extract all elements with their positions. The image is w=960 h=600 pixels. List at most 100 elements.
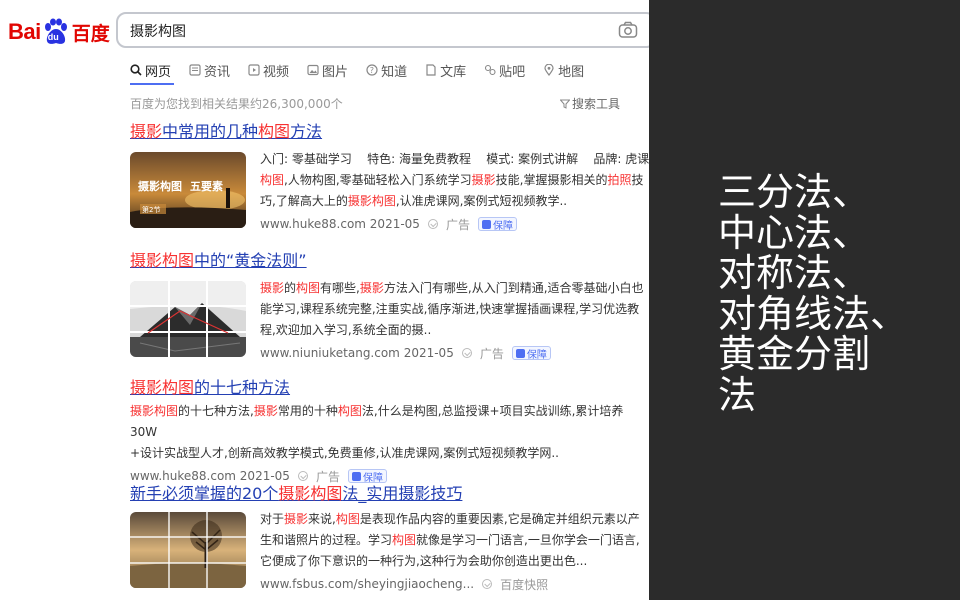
method-line: 对角线法、 <box>718 291 909 336</box>
snippet-line: 摄影构图的十七种方法,摄影常用的十种构图法,什么是构图,总监授课+项目实战训练,… <box>130 404 624 439</box>
result-title-link[interactable]: 摄影构图的十七种方法 <box>130 378 645 398</box>
logo-text-du: du <box>47 32 59 42</box>
guarantee-badge[interactable]: 保障 <box>477 217 517 232</box>
badge-label: 保障 <box>526 349 547 361</box>
search-result: 摄影构图中的“黄金法则” <box>130 251 307 271</box>
thumbnail-tag: 第2节 <box>142 206 161 214</box>
filter-icon <box>560 99 570 109</box>
map-icon <box>543 64 555 76</box>
tab-map[interactable]: 地图 <box>543 61 584 80</box>
tab-tieba[interactable]: 贴吧 <box>484 61 525 80</box>
tab-label: 文库 <box>440 64 467 80</box>
badge-label: 保障 <box>492 220 513 232</box>
image-icon <box>307 64 319 76</box>
snippet-line: 程,欢迎加入学习,系统全面的摄.. <box>260 323 432 337</box>
chevron-down-icon[interactable] <box>461 348 472 358</box>
search-result: 摄影中常用的几种构图方法 <box>130 122 322 142</box>
search-tools-button[interactable]: 搜索工具 <box>560 95 620 112</box>
search-input[interactable] <box>130 20 600 42</box>
source-url[interactable]: www.niuniuketang.com 2021-05 <box>260 346 454 360</box>
thumbnail-title: 摄影构图 <box>138 180 182 193</box>
ad-label: 广告 <box>445 217 470 232</box>
guarantee-badge[interactable]: 保障 <box>511 346 551 361</box>
snippet-line: 它便成了你下意识的一种行为,这种行为会助你创造出更出色... <box>260 554 588 568</box>
search-tabs: 网页 资讯 视频 图片 ? 知道 文库 贴吧 地图 <box>130 58 602 82</box>
tab-label: 贴吧 <box>499 64 526 80</box>
search-icon <box>130 64 142 76</box>
baidu-logo[interactable]: Bai du 百度 <box>8 14 110 50</box>
paw-icon: du <box>42 18 70 46</box>
result-thumbnail[interactable] <box>130 512 246 588</box>
snippet-line: 构图,人物构图,零基础轻松入门系统学习摄影技能,掌握摄影相关的拍照技 <box>260 173 644 187</box>
tab-label: 图片 <box>322 64 349 80</box>
result-title-link[interactable]: 新手必须掌握的20个摄影构图法_实用摄影技巧 <box>130 484 462 504</box>
tab-zhidao[interactable]: ? 知道 <box>366 61 407 80</box>
result-thumbnail[interactable]: 摄影构图 五要素 第2节 <box>130 152 246 228</box>
result-title-link[interactable]: 摄影构图中的“黄金法则” <box>130 251 307 271</box>
tab-label: 资讯 <box>204 64 231 80</box>
snippet-line: +设计实战型人才,创新高效教学模式,免费重修,认准虎课网,案例式短视频教学网.. <box>130 446 559 460</box>
result-source: www.huke88.com 2021-05 广告 保障 <box>130 467 645 485</box>
result-snippet: 入门: 零基础学习 特色: 海量免费教程 模式: 案例式讲解 品牌: 虎课 构图… <box>260 149 649 233</box>
ad-label: 广告 <box>315 469 340 484</box>
snippet-line: 生和谐照片的过程。学习构图就像是学习一门语言,一旦你学会一门语言, <box>260 533 640 547</box>
search-box[interactable] <box>116 12 649 48</box>
shield-icon <box>515 348 525 358</box>
tab-news[interactable]: 资讯 <box>189 61 230 80</box>
tab-wenku[interactable]: 文库 <box>425 61 466 80</box>
news-icon <box>189 64 201 76</box>
method-line: 法 <box>718 372 757 417</box>
snapshot-link[interactable]: 百度快照 <box>500 576 548 593</box>
source-url[interactable]: www.huke88.com 2021-05 <box>130 469 290 483</box>
method-line: 对称法、 <box>718 251 871 295</box>
search-tools-label: 搜索工具 <box>572 97 621 111</box>
snippet-line: 摄影的构图有哪些,摄影方法入门有哪些,从入门到精通,适合零基础小白也 <box>260 281 644 295</box>
result-snippet: 摄影的构图有哪些,摄影方法入门有哪些,从入门到精通,适合零基础小白也 能学习,课… <box>260 278 649 362</box>
result-source: www.huke88.com 2021-05 广告 保障 <box>260 215 649 233</box>
ad-label: 广告 <box>479 346 504 361</box>
chevron-down-icon[interactable] <box>297 471 308 481</box>
document-icon <box>425 64 437 76</box>
result-source: www.niuniuketang.com 2021-05 广告 保障 <box>260 344 649 362</box>
browser-page: Bai du 百度 网页 资讯 视频 <box>0 0 649 600</box>
snippet-line: 巧,了解高大上的摄影构图,认准虎课网,案例式短视频教学.. <box>260 194 568 208</box>
tab-web[interactable]: 网页 <box>130 61 171 80</box>
tab-label: 视频 <box>263 64 290 80</box>
result-thumbnail[interactable] <box>130 281 246 357</box>
tab-label: 知道 <box>381 64 408 80</box>
badge-label: 保障 <box>362 472 383 484</box>
chevron-down-icon[interactable] <box>482 579 493 589</box>
shield-icon <box>481 219 491 229</box>
source-url[interactable]: www.fsbus.com/sheyingjiaocheng... <box>260 577 474 591</box>
camera-icon[interactable] <box>618 21 638 43</box>
result-source: www.fsbus.com/sheyingjiaocheng... 百度快照 <box>260 575 649 593</box>
tab-label: 地图 <box>558 64 585 80</box>
method-line: 中心法、 <box>718 210 871 255</box>
logo-text-bai: Bai <box>8 19 41 44</box>
shield-icon <box>351 471 361 481</box>
chevron-down-icon[interactable] <box>427 219 438 229</box>
search-result: 新手必须掌握的20个摄影构图法_实用摄影技巧 <box>130 484 462 504</box>
result-count: 百度为您找到相关结果约26,300,000个 <box>130 97 343 111</box>
logo-text-cn: 百度 <box>71 22 110 45</box>
tab-video[interactable]: 视频 <box>248 61 289 80</box>
question-icon: ? <box>366 64 378 76</box>
snippet-line: 能学习,课程系统完整,注重实战,循序渐进,快速掌握插画课程,学习优选教 <box>260 302 640 316</box>
tab-label: 网页 <box>145 64 172 80</box>
method-line: 黄金分割 <box>718 332 871 376</box>
active-tab-indicator <box>130 83 174 85</box>
guarantee-badge[interactable]: 保障 <box>347 469 387 484</box>
forum-icon <box>484 64 496 76</box>
snippet-line: 对于摄影来说,构图是表现作品内容的重要因素,它是确定并组织元素以产 <box>260 512 640 526</box>
snippet-line: 入门: 零基础学习 特色: 海量免费教程 模式: 案例式讲解 品牌: 虎课 <box>260 152 649 166</box>
video-icon <box>248 64 260 76</box>
method-line: 三分法、 <box>718 170 871 214</box>
thumbnail-subtitle: 五要素 <box>190 180 223 193</box>
result-snippet: 对于摄影来说,构图是表现作品内容的重要因素,它是确定并组织元素以产 生和谐照片的… <box>260 509 649 593</box>
search-result: 摄影构图的十七种方法 摄影构图的十七种方法,摄影常用的十种构图法,什么是构图,总… <box>130 378 645 485</box>
tab-images[interactable]: 图片 <box>307 61 348 80</box>
composition-methods-text: 三分法、 中心法、 对称法、 对角线法、 黄金分割 法 <box>718 172 908 415</box>
result-title-link[interactable]: 摄影中常用的几种构图方法 <box>130 122 322 142</box>
svg-text:?: ? <box>370 66 374 75</box>
source-url[interactable]: www.huke88.com 2021-05 <box>260 217 420 231</box>
